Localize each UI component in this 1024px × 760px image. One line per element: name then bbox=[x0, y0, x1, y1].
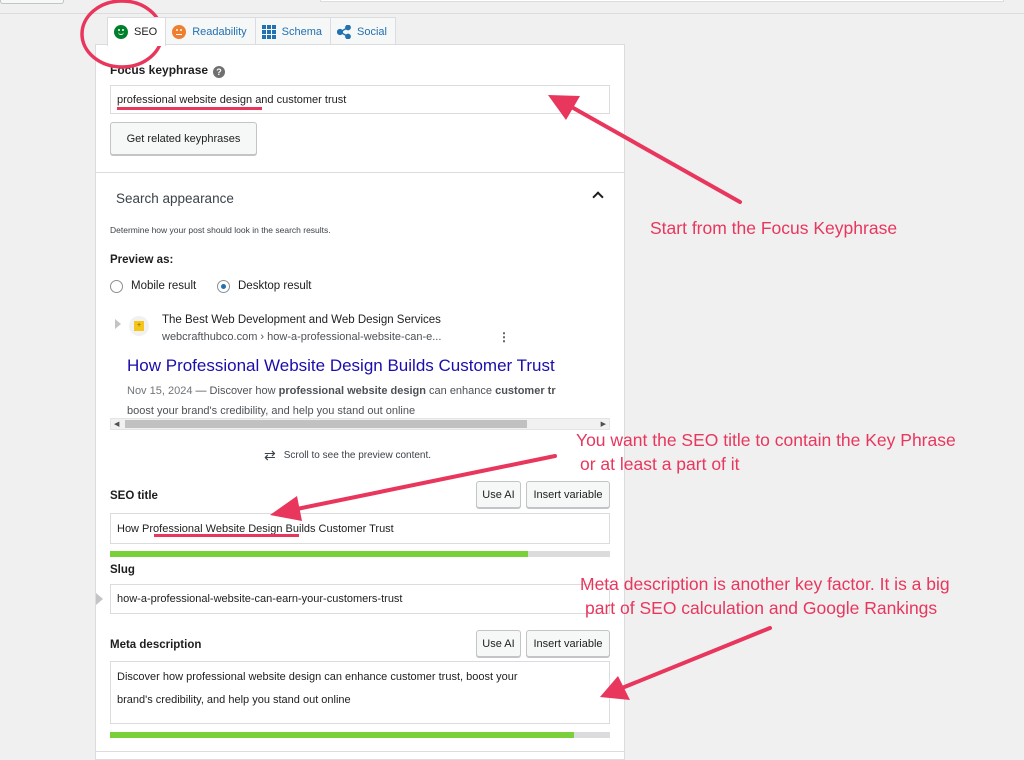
serp-site-name: The Best Web Development and Web Design … bbox=[162, 314, 441, 326]
annotation-meta-1: Meta description is another key factor. … bbox=[580, 574, 950, 594]
divider bbox=[96, 172, 624, 173]
arrow-meta bbox=[620, 626, 772, 690]
focus-keyphrase-label-text: Focus keyphrase bbox=[110, 63, 209, 77]
focus-keyphrase-value: professional website design and customer… bbox=[117, 93, 347, 106]
scrollbar-thumb[interactable] bbox=[125, 420, 527, 428]
top-button[interactable] bbox=[0, 0, 64, 4]
grid-icon bbox=[261, 24, 276, 39]
focus-keyphrase-label: Focus keyphrase? bbox=[110, 63, 226, 78]
tab-readability-label: Readability bbox=[192, 25, 247, 38]
seo-title-insert-variable-button[interactable]: Insert variable bbox=[526, 481, 610, 508]
meta-description-progress-fill bbox=[110, 732, 574, 738]
favicon-icon: + bbox=[129, 316, 149, 336]
serp-title: How Professional Website Design Builds C… bbox=[127, 356, 555, 375]
kebab-menu-icon: ⋮ bbox=[498, 330, 510, 344]
tab-social-label: Social bbox=[357, 25, 387, 38]
caret-right-icon bbox=[115, 319, 121, 329]
swap-arrows-icon: ⇄ bbox=[264, 447, 276, 463]
annotation-focus: Start from the Focus Keyphrase bbox=[650, 218, 898, 238]
serp-desc-text: can enhance bbox=[425, 385, 496, 397]
scroll-right-icon[interactable]: ▶ bbox=[601, 420, 606, 428]
keyphrase-underline bbox=[117, 107, 262, 110]
meta-description-progress bbox=[110, 732, 610, 738]
meta-use-ai-button[interactable]: Use AI bbox=[476, 630, 521, 657]
search-appearance-help: Determine how your post should look in t… bbox=[110, 225, 331, 235]
slug-input[interactable]: how-a-professional-website-can-earn-your… bbox=[110, 584, 610, 614]
preview-scrollbar[interactable]: ◀ ▶ bbox=[110, 418, 610, 430]
tab-social[interactable]: Social bbox=[330, 17, 396, 45]
slug-label: Slug bbox=[110, 564, 135, 576]
mobile-result-label[interactable]: Mobile result bbox=[131, 280, 196, 292]
serp-desc-text: — Discover how bbox=[192, 385, 279, 397]
smiley-orange-icon bbox=[172, 24, 187, 39]
desktop-result-radio[interactable] bbox=[217, 280, 230, 293]
serp-description: Nov 15, 2024 — Discover how professional… bbox=[127, 381, 609, 421]
scroll-left-icon[interactable]: ◀ bbox=[114, 420, 119, 428]
slug-value: how-a-professional-website-can-earn-your… bbox=[117, 593, 403, 605]
seo-title-progress bbox=[110, 551, 610, 557]
smiley-green-icon bbox=[114, 25, 128, 39]
meta-description-line1: Discover how professional website design… bbox=[117, 671, 518, 683]
seo-panel: Focus keyphrase? professional website de… bbox=[95, 44, 625, 760]
serp-desc-bold: professional website design bbox=[278, 385, 426, 397]
tab-schema-label: Schema bbox=[281, 25, 323, 38]
top-field[interactable] bbox=[320, 0, 1004, 2]
annotation-meta-2: part of SEO calculation and Google Ranki… bbox=[585, 598, 938, 618]
preview-as-label: Preview as: bbox=[110, 254, 174, 266]
serp-url: webcrafthubco.com › how-a-professional-w… bbox=[162, 331, 442, 343]
annotation-seo-title-2: or at least a part of it bbox=[580, 454, 740, 474]
meta-insert-variable-button[interactable]: Insert variable bbox=[526, 630, 610, 657]
scroll-hint: ⇄ Scroll to see the preview content. bbox=[264, 447, 431, 464]
tab-schema[interactable]: Schema bbox=[254, 17, 332, 45]
scroll-hint-text: Scroll to see the preview content. bbox=[283, 450, 432, 461]
tab-readability[interactable]: Readability bbox=[165, 17, 256, 45]
top-bar bbox=[0, 0, 1024, 14]
meta-description-input[interactable]: Discover how professional website design… bbox=[110, 661, 610, 724]
seo-title-progress-fill bbox=[110, 551, 528, 557]
search-appearance-title[interactable]: Search appearance bbox=[116, 191, 234, 206]
tab-seo[interactable]: SEO bbox=[107, 17, 167, 46]
seo-title-use-ai-button[interactable]: Use AI bbox=[476, 481, 521, 508]
share-icon bbox=[337, 24, 351, 39]
help-icon[interactable]: ? bbox=[213, 66, 226, 78]
chevron-up-icon[interactable] bbox=[592, 191, 604, 203]
meta-description-label: Meta description bbox=[110, 639, 202, 651]
annotation-seo-title-1: You want the SEO title to contain the Ke… bbox=[576, 430, 956, 450]
divider bbox=[96, 751, 624, 752]
metabox-tabs: SEO Readability Schema Social bbox=[107, 17, 396, 46]
caret-right-icon bbox=[96, 593, 103, 605]
serp-date: Nov 15, 2024 bbox=[127, 385, 193, 397]
seo-title-underline bbox=[154, 534, 299, 537]
serp-desc-bold: customer tr bbox=[495, 385, 556, 397]
get-related-keyphrases-button[interactable]: Get related keyphrases bbox=[110, 122, 257, 155]
seo-title-value: How Professional Website Design Builds C… bbox=[117, 522, 394, 535]
seo-title-label: SEO title bbox=[110, 490, 158, 502]
desktop-result-label[interactable]: Desktop result bbox=[238, 280, 312, 292]
mobile-result-radio[interactable] bbox=[110, 280, 123, 293]
tab-seo-label: SEO bbox=[134, 26, 158, 38]
seo-title-input[interactable]: How Professional Website Design Builds C… bbox=[110, 513, 610, 544]
meta-description-line2: brand's credibility, and help you stand … bbox=[117, 694, 351, 706]
